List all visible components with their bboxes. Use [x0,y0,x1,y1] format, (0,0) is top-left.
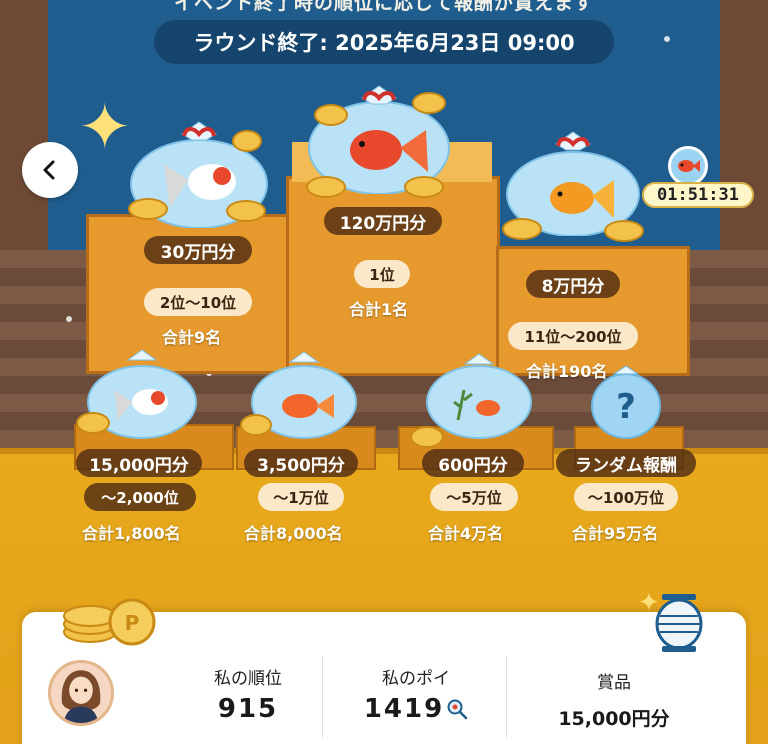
prize-total-4: 合計1,800名 [82,524,181,543]
prize-amount-7: ランダム報酬 [556,449,696,477]
round-end-label: ラウンド終了: 2025年6月23日 09:00 [154,20,614,64]
coin-icon [412,92,446,114]
my-rank-label: 私の順位 [214,669,282,689]
sparkle-icon: ✦ [78,91,132,165]
prize-value: 15,000円分 [558,708,670,730]
back-icon [43,160,55,180]
prize-amount-3: 8万円分 [526,270,620,298]
prize-total-5: 合計8,000名 [244,524,343,543]
prize-rank-4: 〜2,000位 [84,483,196,511]
sparkle-dot [66,316,72,322]
prize-rank-1: 1位 [354,260,410,288]
prize-amount-2: 30万円分 [144,236,252,264]
coin-icon [314,104,348,126]
sparkle-dot [664,36,670,42]
coin-icon [128,198,168,220]
my-poi-label: 私のポイ [382,669,450,689]
prize-amount-1: 120万円分 [324,207,442,235]
my-rank-value: 915 [217,694,279,724]
my-poi-value: 1419 [363,694,445,724]
prize-total-7: 合計95万名 [572,524,659,543]
back-button[interactable] [22,142,78,198]
prize-amount-4: 15,000円分 [76,449,202,477]
prize-bag-6 [426,353,532,439]
coin-icon [404,176,444,198]
coin-icon [604,220,644,242]
prize-total-1: 合計1名 [349,300,409,319]
prize-label: 賞品 [597,673,631,693]
lantern-icon [655,594,703,652]
divider [506,656,507,738]
coin-icon [306,176,346,198]
prize-rank-3: 11位〜200位 [508,322,638,350]
countdown-timer: 01:51:31 [642,182,754,208]
coin-icon [502,218,542,240]
coin-icon [232,130,262,152]
svg-text:?: ? [616,387,636,427]
prize-total-2: 合計9名 [162,328,222,347]
my-poi-row: 1419 [336,694,496,724]
coin-icon [410,426,444,448]
prize-rank-6: 〜5万位 [430,483,518,511]
goldfish-timer-icon[interactable] [668,146,708,186]
prize-bag-7: ? [591,365,661,439]
event-notice: イベント終了時の順位に応じて報酬が貰えます [173,0,594,14]
prize-amount-5: 3,500円分 [244,449,358,477]
event-stage: ✦ ✦ イベント終了時の順位に応じて報酬が貰えます ラウンド終了: 2025年6… [0,0,768,744]
avatar[interactable] [48,660,114,726]
coin-icon [76,412,110,434]
prize-total-6: 合計4万名 [428,524,504,543]
svg-text:P: P [125,611,140,635]
prize-rank-7: 〜100万位 [574,483,678,511]
prize-amount-6: 600円分 [422,449,524,477]
coin-stack-icon: P [63,598,156,646]
goldfish-icon [678,160,700,172]
prize-rank-2: 2位〜10位 [144,288,252,316]
coin-icon [240,414,272,436]
divider [322,656,323,738]
magnifier-icon[interactable] [446,698,468,720]
prize-rank-5: 〜1万位 [258,483,344,511]
coin-icon [226,200,266,222]
